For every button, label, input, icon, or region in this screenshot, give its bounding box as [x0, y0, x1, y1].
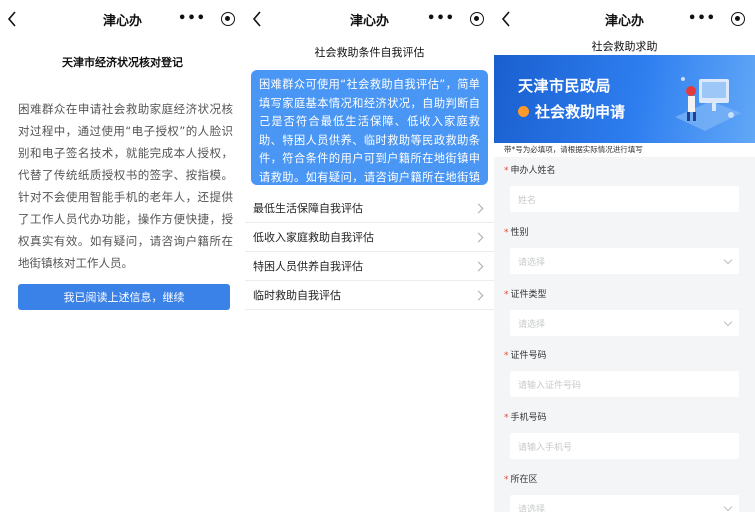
more-dots-icon[interactable]: ••• [687, 12, 717, 25]
app-title: 津心办 [102, 13, 142, 29]
info-box: 困难群众可使用“社会救助自我评估”，简单填写家庭基本情况和经济状况，自助判断自己… [251, 70, 488, 203]
field-label: 证件类型 [510, 290, 547, 300]
required-mark: * [504, 475, 509, 485]
banner: 天津市民政局 社会救助申请 [494, 55, 755, 143]
capsule-menu: ••• [687, 9, 747, 29]
field-label: 性别 [510, 228, 529, 238]
continue-button[interactable]: 我已阅读上述信息，继续 [18, 284, 230, 310]
self-assessment-screen: 津心办 ••• 社会救助条件自我评估 困难群众可使用“社会救助自我评估”，简单填… [245, 0, 494, 512]
placeholder: 请选择 [518, 504, 546, 512]
id-type-select[interactable]: 请选择 [510, 310, 739, 336]
id-type-field: * 证件类型 请选择 [494, 288, 755, 336]
chevron-right-icon [473, 261, 484, 271]
menu-item-destitute-support[interactable]: 特困人员供养自我评估 [245, 252, 494, 281]
id-number-field: * 证件号码 请输入证件号码 [494, 349, 755, 397]
chevron-left-icon [7, 11, 16, 27]
capsule-menu: ••• [426, 9, 486, 29]
banner-illustration-icon [675, 77, 741, 131]
back-button[interactable] [251, 7, 271, 31]
district-field: * 所在区 请选择 [494, 473, 755, 512]
chevron-left-icon [501, 11, 510, 27]
menu-item-label: 最低生活保障自我评估 [253, 202, 363, 215]
required-mark: * [504, 351, 509, 361]
page-title: 社会救助条件自我评估 [314, 46, 425, 59]
chevron-right-icon [473, 290, 484, 300]
applicant-name-field: * 申办人姓名 姓名 [494, 164, 755, 212]
more-dots-icon[interactable]: ••• [426, 12, 456, 25]
field-label: 证件号码 [510, 351, 547, 361]
chevron-right-icon [473, 203, 484, 213]
required-mark: * [504, 166, 509, 176]
back-button[interactable] [6, 7, 26, 31]
district-select[interactable]: 请选择 [510, 495, 739, 512]
intro-text: 困难群众在申请社会救助家庭经济状况核对过程中，通过使用“电子授权”的人脸识别和电… [18, 102, 233, 270]
banner-title: 天津市民政局 [518, 77, 612, 95]
banner-subtitle: 社会救助申请 [535, 103, 626, 121]
target-circle-icon[interactable] [221, 12, 235, 26]
chevron-down-icon [723, 255, 733, 264]
page-title: 社会救助求助 [494, 38, 755, 56]
chevron-right-icon [473, 232, 484, 242]
menu-item-label: 低收入家庭救助自我评估 [253, 231, 374, 244]
assessment-menu: 最低生活保障自我评估 低收入家庭救助自我评估 特困人员供养自我评估 临时救助自我… [245, 194, 494, 310]
placeholder: 请选择 [518, 319, 546, 330]
back-button[interactable] [500, 7, 520, 31]
phone-field: * 手机号码 请输入手机号 [494, 411, 755, 459]
field-label: 所在区 [510, 475, 538, 485]
app-title: 津心办 [349, 13, 389, 29]
required-hint: 带*号为必填项，请根据实际情况进行填写 [494, 143, 755, 157]
gender-field: * 性别 请选择 [494, 226, 755, 274]
target-circle-icon[interactable] [731, 12, 745, 26]
chevron-down-icon [723, 317, 733, 326]
placeholder: 请输入手机号 [518, 442, 573, 453]
economic-check-screen: 津心办 ••• 天津市经济状况核对登记 困难群众在申请社会救助家庭经济状况核对过… [0, 0, 245, 512]
nav-bar: 津心办 ••• [494, 0, 755, 38]
id-number-input[interactable]: 请输入证件号码 [510, 371, 739, 397]
chevron-left-icon [252, 11, 261, 27]
placeholder: 请选择 [518, 257, 546, 268]
app-title: 津心办 [604, 13, 644, 29]
field-label: 申办人姓名 [510, 166, 556, 176]
gender-select[interactable]: 请选择 [510, 248, 739, 274]
chevron-down-icon [723, 502, 733, 511]
relief-application-screen: 津心办 ••• 社会救助求助 天津市民政局 社会救助申请 带*号为必填项，请根据… [494, 0, 755, 512]
menu-item-label: 特困人员供养自我评估 [253, 260, 363, 273]
placeholder: 姓名 [518, 195, 537, 206]
required-mark: * [504, 290, 509, 300]
nav-bar: 津心办 ••• [0, 0, 245, 38]
menu-item-label: 临时救助自我评估 [253, 289, 341, 302]
orange-dot-icon [518, 106, 529, 117]
more-dots-icon[interactable]: ••• [177, 12, 207, 25]
target-circle-icon[interactable] [470, 12, 484, 26]
required-mark: * [504, 413, 509, 423]
menu-item-low-income[interactable]: 低收入家庭救助自我评估 [245, 223, 494, 252]
banner-subtitle-row: 社会救助申请 [518, 101, 625, 122]
menu-item-minimum-living[interactable]: 最低生活保障自我评估 [245, 194, 494, 223]
nav-bar: 津心办 ••• [245, 0, 494, 38]
capsule-menu: ••• [177, 9, 237, 29]
field-label: 手机号码 [510, 413, 547, 423]
required-mark: * [504, 228, 509, 238]
applicant-name-input[interactable]: 姓名 [510, 186, 739, 212]
placeholder: 请输入证件号码 [518, 380, 582, 391]
menu-item-temporary-relief[interactable]: 临时救助自我评估 [245, 281, 494, 310]
page-title: 天津市经济状况核对登记 [62, 56, 183, 69]
screens-row: 津心办 ••• 天津市经济状况核对登记 困难群众在申请社会救助家庭经济状况核对过… [0, 0, 755, 512]
phone-input[interactable]: 请输入手机号 [510, 433, 739, 459]
